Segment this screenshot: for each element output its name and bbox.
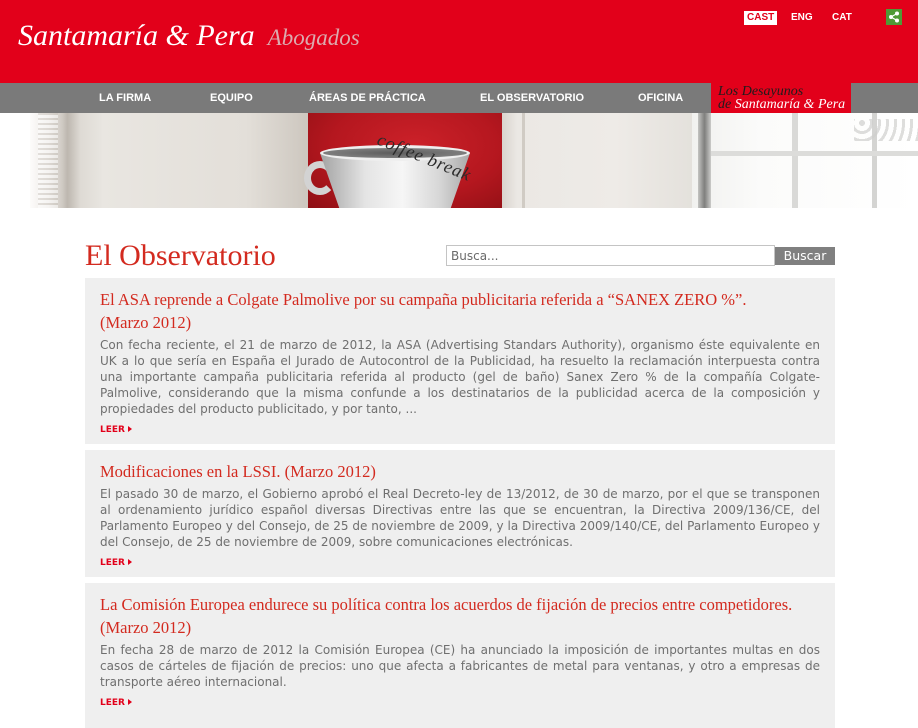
article-item: La Comisión Europea endurece su política… — [85, 583, 835, 728]
read-more-link[interactable]: LEER — [100, 556, 132, 570]
nav-item-oficina[interactable]: OFICINA — [638, 83, 683, 113]
featured-brand: Santamaría & Pera — [734, 97, 846, 112]
article-title[interactable]: La Comisión Europea endurece su política… — [100, 593, 820, 639]
read-more-label: LEER — [100, 698, 125, 708]
language-eng-link[interactable]: ENG — [791, 11, 813, 25]
featured-prefix: de — [718, 97, 732, 112]
language-cat-link[interactable]: CAT — [832, 11, 852, 25]
main-nav: LA FIRMA EQUIPO ÁREAS DE PRÁCTICA EL OBS… — [0, 83, 918, 113]
article-title-text[interactable]: La Comisión Europea endurece su política… — [100, 595, 792, 614]
search-input[interactable] — [446, 245, 775, 266]
nav-item-equipo[interactable]: EQUIPO — [210, 83, 253, 113]
nav-item-areas-de-practica[interactable]: ÁREAS DE PRÁCTICA — [309, 83, 426, 113]
hero-window-frame — [698, 113, 711, 208]
logo-suffix: Abogados — [267, 25, 360, 50]
search-button[interactable]: Buscar — [775, 247, 835, 265]
hero-window-mullion — [792, 113, 798, 208]
site-logo[interactable]: Santamaría & Pera Abogados — [18, 19, 360, 55]
article-date[interactable]: (Marzo 2012) — [100, 313, 191, 332]
article-excerpt: Con fecha reciente, el 21 de marzo de 20… — [100, 338, 820, 416]
read-more-link[interactable]: LEER — [100, 696, 132, 710]
language-cast-link[interactable]: CAST — [744, 11, 778, 25]
article-title-text[interactable]: El ASA reprende a Colgate Palmolive por … — [100, 290, 747, 309]
article-excerpt: En fecha 28 de marzo de 2012 la Comisión… — [100, 643, 820, 689]
article-list: El ASA reprende a Colgate Palmolive por … — [85, 278, 835, 728]
hero-window-ornament — [854, 119, 918, 141]
read-more-label: LEER — [100, 425, 125, 435]
article-excerpt: El pasado 30 de marzo, el Gobierno aprob… — [100, 487, 820, 549]
hero-wall — [102, 113, 308, 208]
nav-item-la-firma[interactable]: LA FIRMA — [99, 83, 151, 113]
article-date[interactable]: (Marzo 2012) — [100, 618, 191, 637]
article-title[interactable]: El ASA reprende a Colgate Palmolive por … — [100, 288, 820, 334]
featured-line2: de Santamaría & Pera — [718, 97, 851, 112]
hero-window-crossbar — [711, 151, 918, 156]
article-date[interactable]: (Marzo 2012) — [285, 462, 376, 481]
nav-item-el-observatorio[interactable]: EL OBSERVATORIO — [480, 83, 584, 113]
arrow-right-icon — [127, 699, 132, 705]
logo-name: Santamaría & Pera — [18, 19, 255, 52]
share-icon[interactable] — [886, 9, 902, 25]
nav-featured-desayunos[interactable]: Los Desayunos de Santamaría & Pera — [711, 83, 851, 113]
hero-image: coffee break — [30, 113, 918, 208]
article-title-text[interactable]: Modificaciones en la LSSI. — [100, 462, 281, 481]
read-more-label: LEER — [100, 558, 125, 568]
hero-right-wall — [502, 113, 692, 208]
hero-wall-edge — [522, 113, 525, 208]
read-more-link[interactable]: LEER — [100, 423, 132, 437]
arrow-right-icon — [127, 426, 132, 432]
article-item: Modificaciones en la LSSI. (Marzo 2012) … — [85, 450, 835, 577]
hero-shutter-slats — [38, 113, 58, 208]
article-item: El ASA reprende a Colgate Palmolive por … — [85, 278, 835, 444]
article-title[interactable]: Modificaciones en la LSSI. (Marzo 2012) — [100, 460, 820, 483]
arrow-right-icon — [127, 559, 132, 565]
site-header: Santamaría & Pera Abogados CAST ENG CAT — [0, 0, 918, 83]
page-title: El Observatorio — [85, 239, 276, 272]
